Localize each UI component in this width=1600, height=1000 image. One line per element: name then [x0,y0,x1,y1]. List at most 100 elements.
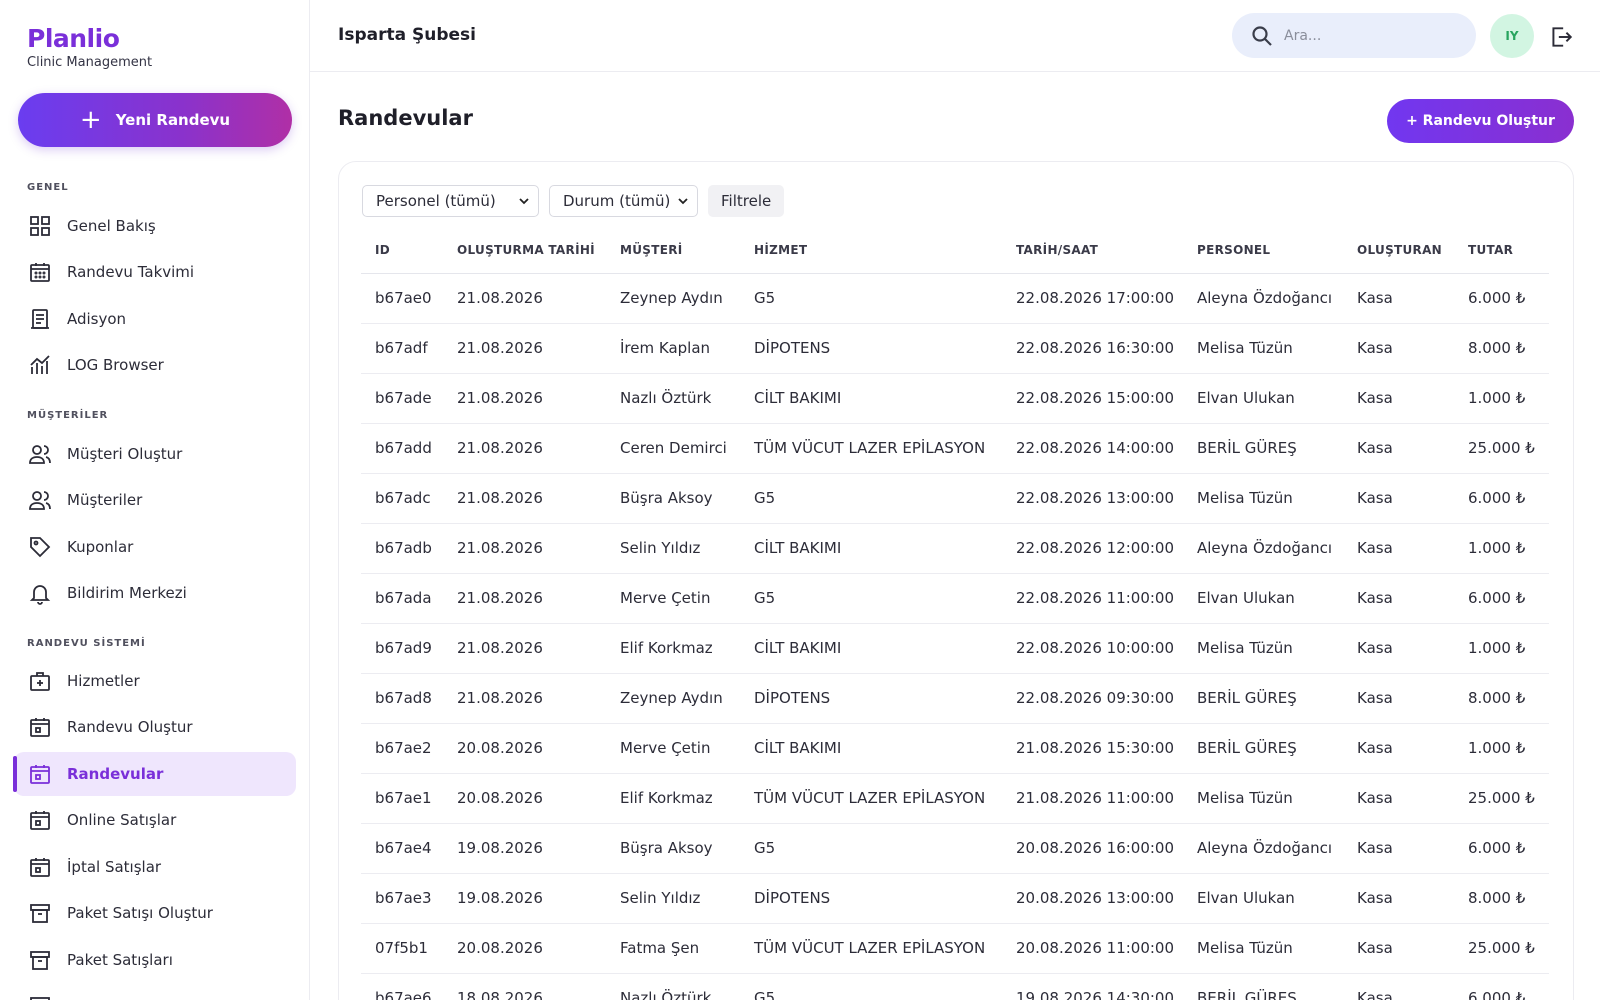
cell-id: b67ae6 [361,973,443,1000]
cell-customer: Zeynep Aydın [606,673,740,724]
filter-button[interactable]: Filtrele [708,185,785,217]
search-input[interactable] [1284,27,1454,44]
plus-icon: + [79,105,102,135]
cell-created-by: Kasa [1343,773,1454,824]
table-row[interactable]: b67adc 21.08.2026 Büşra Aksoy G5 22.08.2026 … [361,473,1549,524]
table-body: b67ae0 21.08.2026 Zeynep Aydın G5 22.08.2026… [361,273,1549,1000]
column-header-created-by[interactable]: OLUŞTURAN [1343,228,1454,274]
table-row[interactable]: b67ade 21.08.2026 Nazlı Öztürk CİLT BAKIMI 2… [361,373,1549,424]
table-row[interactable]: b67ad8 21.08.2026 Zeynep Aydın DİPOTENS 22.0… [361,673,1549,724]
column-header-id[interactable]: ID [361,228,443,274]
brand: Planlio Clinic Management [27,24,152,70]
durum-select-value: Durum (tümü) [563,192,671,210]
cell-service: TÜM VÜCUT LAZER EPİLASYON [740,923,1002,974]
section-label-musteriler: MÜŞTERİLER [27,410,109,421]
sidebar-item-label: Kuponlar [67,538,134,556]
table-row[interactable]: b67ae0 21.08.2026 Zeynep Aydın G5 22.08.2026… [361,273,1549,324]
column-header-amount[interactable]: TUTAR [1454,228,1549,274]
column-header-customer[interactable]: MÜŞTERİ [606,228,740,274]
sidebar-item-randevu-olustur[interactable]: Randevu Oluştur [14,705,296,749]
new-appointment-button[interactable]: + Yeni Randevu [18,93,292,147]
sidebar-item-randevular[interactable]: Randevular [13,752,296,796]
cell-staff: Elvan Ulukan [1183,573,1343,624]
personel-select-value: Personel (tümü) [376,192,496,210]
chart-icon [27,352,53,378]
sidebar-item-kuponlar[interactable]: Kuponlar [14,525,296,569]
cell-service: G5 [740,823,1002,874]
search-box[interactable] [1232,13,1476,58]
sidebar-item-adisyon[interactable]: Adisyon [14,297,296,341]
sidebar-item-label: İptal Satışlar [67,858,162,876]
sidebar-item-genel-bakis[interactable]: Genel Bakış [14,204,296,248]
sidebar-item-bildirim-merkezi[interactable]: Bildirim Merkezi [14,571,296,615]
sidebar-item-hizmetler[interactable]: Hizmetler [14,659,296,703]
table-row[interactable]: b67ae3 19.08.2026 Selin Yıldız DİPOTENS 20.0… [361,873,1549,924]
sidebar-item-label: Bildirim Merkezi [67,584,187,602]
table-row[interactable]: b67ad9 21.08.2026 Elif Korkmaz CİLT BAKIMI 2… [361,623,1549,674]
sidebar-item-label: Online Satışlar [67,811,177,829]
cell-staff: Melisa Tüzün [1183,323,1343,374]
cell-customer: Nazlı Öztürk [606,373,740,424]
create-appointment-button[interactable]: + Randevu Oluştur [1387,99,1574,143]
cell-created-by: Kasa [1343,373,1454,424]
table-row[interactable]: b67adb 21.08.2026 Selin Yıldız CİLT BAKIMI 2… [361,523,1549,574]
durum-select[interactable]: Durum (tümü) [549,185,698,217]
cell-datetime: 20.08.2026 13:00:00 [1002,873,1183,924]
cell-amount: 1.000 ₺ [1454,373,1549,424]
brand-logo-text[interactable]: Planlio [27,24,152,53]
cell-id: b67ae3 [361,873,443,924]
cell-id: b67ada [361,573,443,624]
table-row[interactable]: b67ae4 19.08.2026 Büşra Aksoy G5 20.08.2026 … [361,823,1549,874]
cell-customer: Büşra Aksoy [606,473,740,524]
avatar[interactable]: IY [1490,14,1534,58]
cell-service: DİPOTENS [740,873,1002,924]
sidebar-item-label: LOG Browser [67,356,164,374]
table-row[interactable]: b67adf 21.08.2026 İrem Kaplan DİPOTENS 22.08… [361,323,1549,374]
personel-select[interactable]: Personel (tümü) [362,185,539,217]
logout-icon[interactable] [1548,24,1574,50]
sidebar-item-partial[interactable] [14,984,296,1000]
sidebar-item-musteriler[interactable]: Müşteriler [14,478,296,522]
sidebar-item-iptal-satislar[interactable]: İptal Satışlar [14,845,296,889]
sidebar-item-label: Genel Bakış [67,217,156,235]
table-row[interactable]: b67ae6 18.08.2026 Nazlı Öztürk G5 19.08.2026… [361,973,1549,1000]
table-row[interactable]: 07f5b1 20.08.2026 Fatma Şen TÜM VÜCUT LAZER… [361,923,1549,974]
sidebar-item-paket-satislari[interactable]: Paket Satışları [14,938,296,982]
cell-staff: Aleyna Özdoğancı [1183,273,1343,324]
sidebar-item-musteri-olustur[interactable]: Müşteri Oluştur [14,432,296,476]
sidebar-item-label: Randevu Takvimi [67,263,195,281]
sidebar-item-randevu-takvimi[interactable]: Randevu Takvimi [14,250,296,294]
branch-name[interactable]: Isparta Şubesi [338,25,476,45]
section-label-randevu-sistemi: RANDEVU SİSTEMİ [27,638,146,649]
cell-created-by: Kasa [1343,823,1454,874]
sidebar-item-paket-satisi-olustur[interactable]: Paket Satışı Oluştur [14,891,296,935]
table-row[interactable]: b67ae1 20.08.2026 Elif Korkmaz TÜM VÜCUT LA… [361,773,1549,824]
medical-kit-icon [27,668,53,694]
column-header-datetime[interactable]: TARİH/SAAT [1002,228,1183,274]
cell-customer: Merve Çetin [606,573,740,624]
column-header-staff[interactable]: PERSONEL [1183,228,1343,274]
column-header-created-date[interactable]: OLUŞTURMA TARİHİ [443,228,606,274]
cell-created-by: Kasa [1343,673,1454,724]
cell-datetime: 22.08.2026 12:00:00 [1002,523,1183,574]
cell-customer: Büşra Aksoy [606,823,740,874]
table-row[interactable]: b67add 21.08.2026 Ceren Demirci TÜM VÜCUT L… [361,423,1549,474]
cell-staff: Aleyna Özdoğancı [1183,523,1343,574]
cell-customer: Zeynep Aydın [606,273,740,324]
filter-bar: Personel (tümü) Durum (tümü) Filtrele [362,185,785,217]
cell-service: G5 [740,573,1002,624]
table-row[interactable]: b67ada 21.08.2026 Merve Çetin G5 22.08.2026 … [361,573,1549,624]
cell-created-by: Kasa [1343,473,1454,524]
cell-id: b67ae4 [361,823,443,874]
cell-datetime: 22.08.2026 15:00:00 [1002,373,1183,424]
column-header-service[interactable]: HİZMET [740,228,1002,274]
cell-created-date: 21.08.2026 [443,323,606,374]
sidebar-item-online-satislar[interactable]: Online Satışlar [14,798,296,842]
sidebar-item-log-browser[interactable]: LOG Browser [14,343,296,387]
cell-id: b67add [361,423,443,474]
sidebar-item-label: Müşteriler [67,491,143,509]
cell-amount: 8.000 ₺ [1454,673,1549,724]
cell-id: b67adc [361,473,443,524]
cell-customer: Selin Yıldız [606,873,740,924]
table-row[interactable]: b67ae2 20.08.2026 Merve Çetin CİLT BAKIMI 21… [361,723,1549,774]
